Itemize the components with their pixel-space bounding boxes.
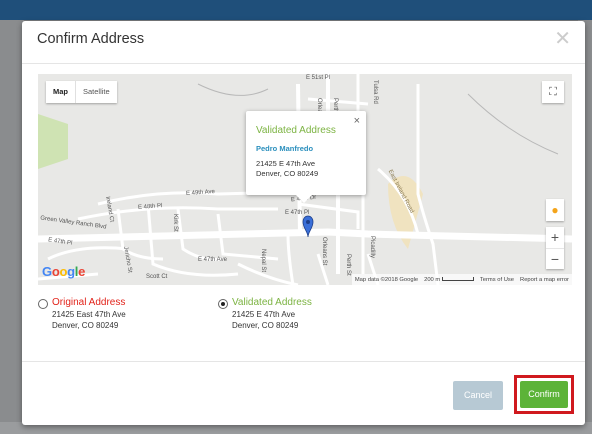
google-logo: Google — [42, 264, 86, 279]
info-window-name: Pedro Manfredo — [256, 144, 314, 153]
road-label: Nepal St — [260, 249, 266, 273]
terms-link[interactable]: Terms of Use — [480, 277, 514, 283]
cancel-button[interactable]: Cancel — [453, 381, 503, 410]
validated-address-radio[interactable] — [218, 299, 228, 309]
modal-title: Confirm Address — [37, 31, 145, 47]
pegman-icon[interactable]: ● — [546, 199, 564, 221]
validated-address-line1: 21425 E 47th Ave — [232, 310, 296, 319]
info-window: × Validated Address Pedro Manfredo 21425… — [246, 111, 366, 203]
info-window-address-line2: Denver, CO 80249 — [256, 169, 319, 178]
confirm-highlight: Confirm — [514, 375, 574, 414]
modal-footer: Cancel Confirm — [22, 361, 585, 426]
info-window-close-icon[interactable]: × — [354, 115, 360, 127]
original-address-line1: 21425 East 47th Ave — [52, 310, 126, 319]
road-label: Kirk St — [172, 214, 178, 232]
map-type-map-button[interactable]: Map — [46, 81, 75, 103]
road-label: E 47th Ave — [198, 257, 227, 263]
scale-label: 200 m — [424, 276, 474, 283]
validated-address-label: Validated Address — [232, 297, 312, 308]
original-address-label: Original Address — [52, 297, 126, 308]
map-type-control: Map Satellite — [46, 81, 117, 103]
top-bar — [0, 0, 592, 20]
info-window-address-line1: 21425 E 47th Ave — [256, 159, 316, 168]
zoom-out-button[interactable]: − — [546, 249, 564, 270]
validated-address-line2: Denver, CO 80249 — [232, 321, 299, 330]
road-label: Tulsa Rd — [372, 80, 378, 104]
original-address-line2: Denver, CO 80249 — [52, 321, 119, 330]
map-type-satellite-button[interactable]: Satellite — [75, 81, 117, 103]
confirm-button[interactable]: Confirm — [520, 381, 568, 408]
map[interactable]: E 51st Pl Orleans St Perth St Tulsa Rd E… — [38, 74, 572, 285]
confirm-address-modal: Confirm Address ✕ E 51st Pl Perth St Tul… — [22, 21, 585, 425]
fullscreen-icon[interactable]: ⛶ — [542, 81, 564, 103]
road-label: Orleans St — [321, 237, 327, 266]
road-label: Picadilly — [369, 236, 375, 259]
road-label: E 47th Pl — [285, 210, 310, 216]
zoom-control: + − — [546, 227, 564, 269]
background-left — [0, 20, 24, 434]
original-address-radio[interactable] — [38, 299, 48, 309]
info-window-title: Validated Address — [256, 125, 336, 136]
address-options: Original Address 21425 East 47th Ave Den… — [38, 295, 572, 365]
road-label: Scott Ct — [146, 274, 168, 280]
modal-header: Confirm Address ✕ — [22, 21, 585, 64]
road-label: Perth St — [345, 254, 351, 276]
road-label: E 51st Pl — [306, 75, 331, 81]
close-icon[interactable]: ✕ — [554, 29, 571, 49]
zoom-in-button[interactable]: + — [546, 227, 564, 249]
map-data-text: Map data ©2018 Google — [354, 276, 419, 283]
map-attribution: Map data ©2018 Google 200 m Terms of Use… — [351, 274, 572, 285]
report-link[interactable]: Report a map error — [520, 277, 569, 283]
